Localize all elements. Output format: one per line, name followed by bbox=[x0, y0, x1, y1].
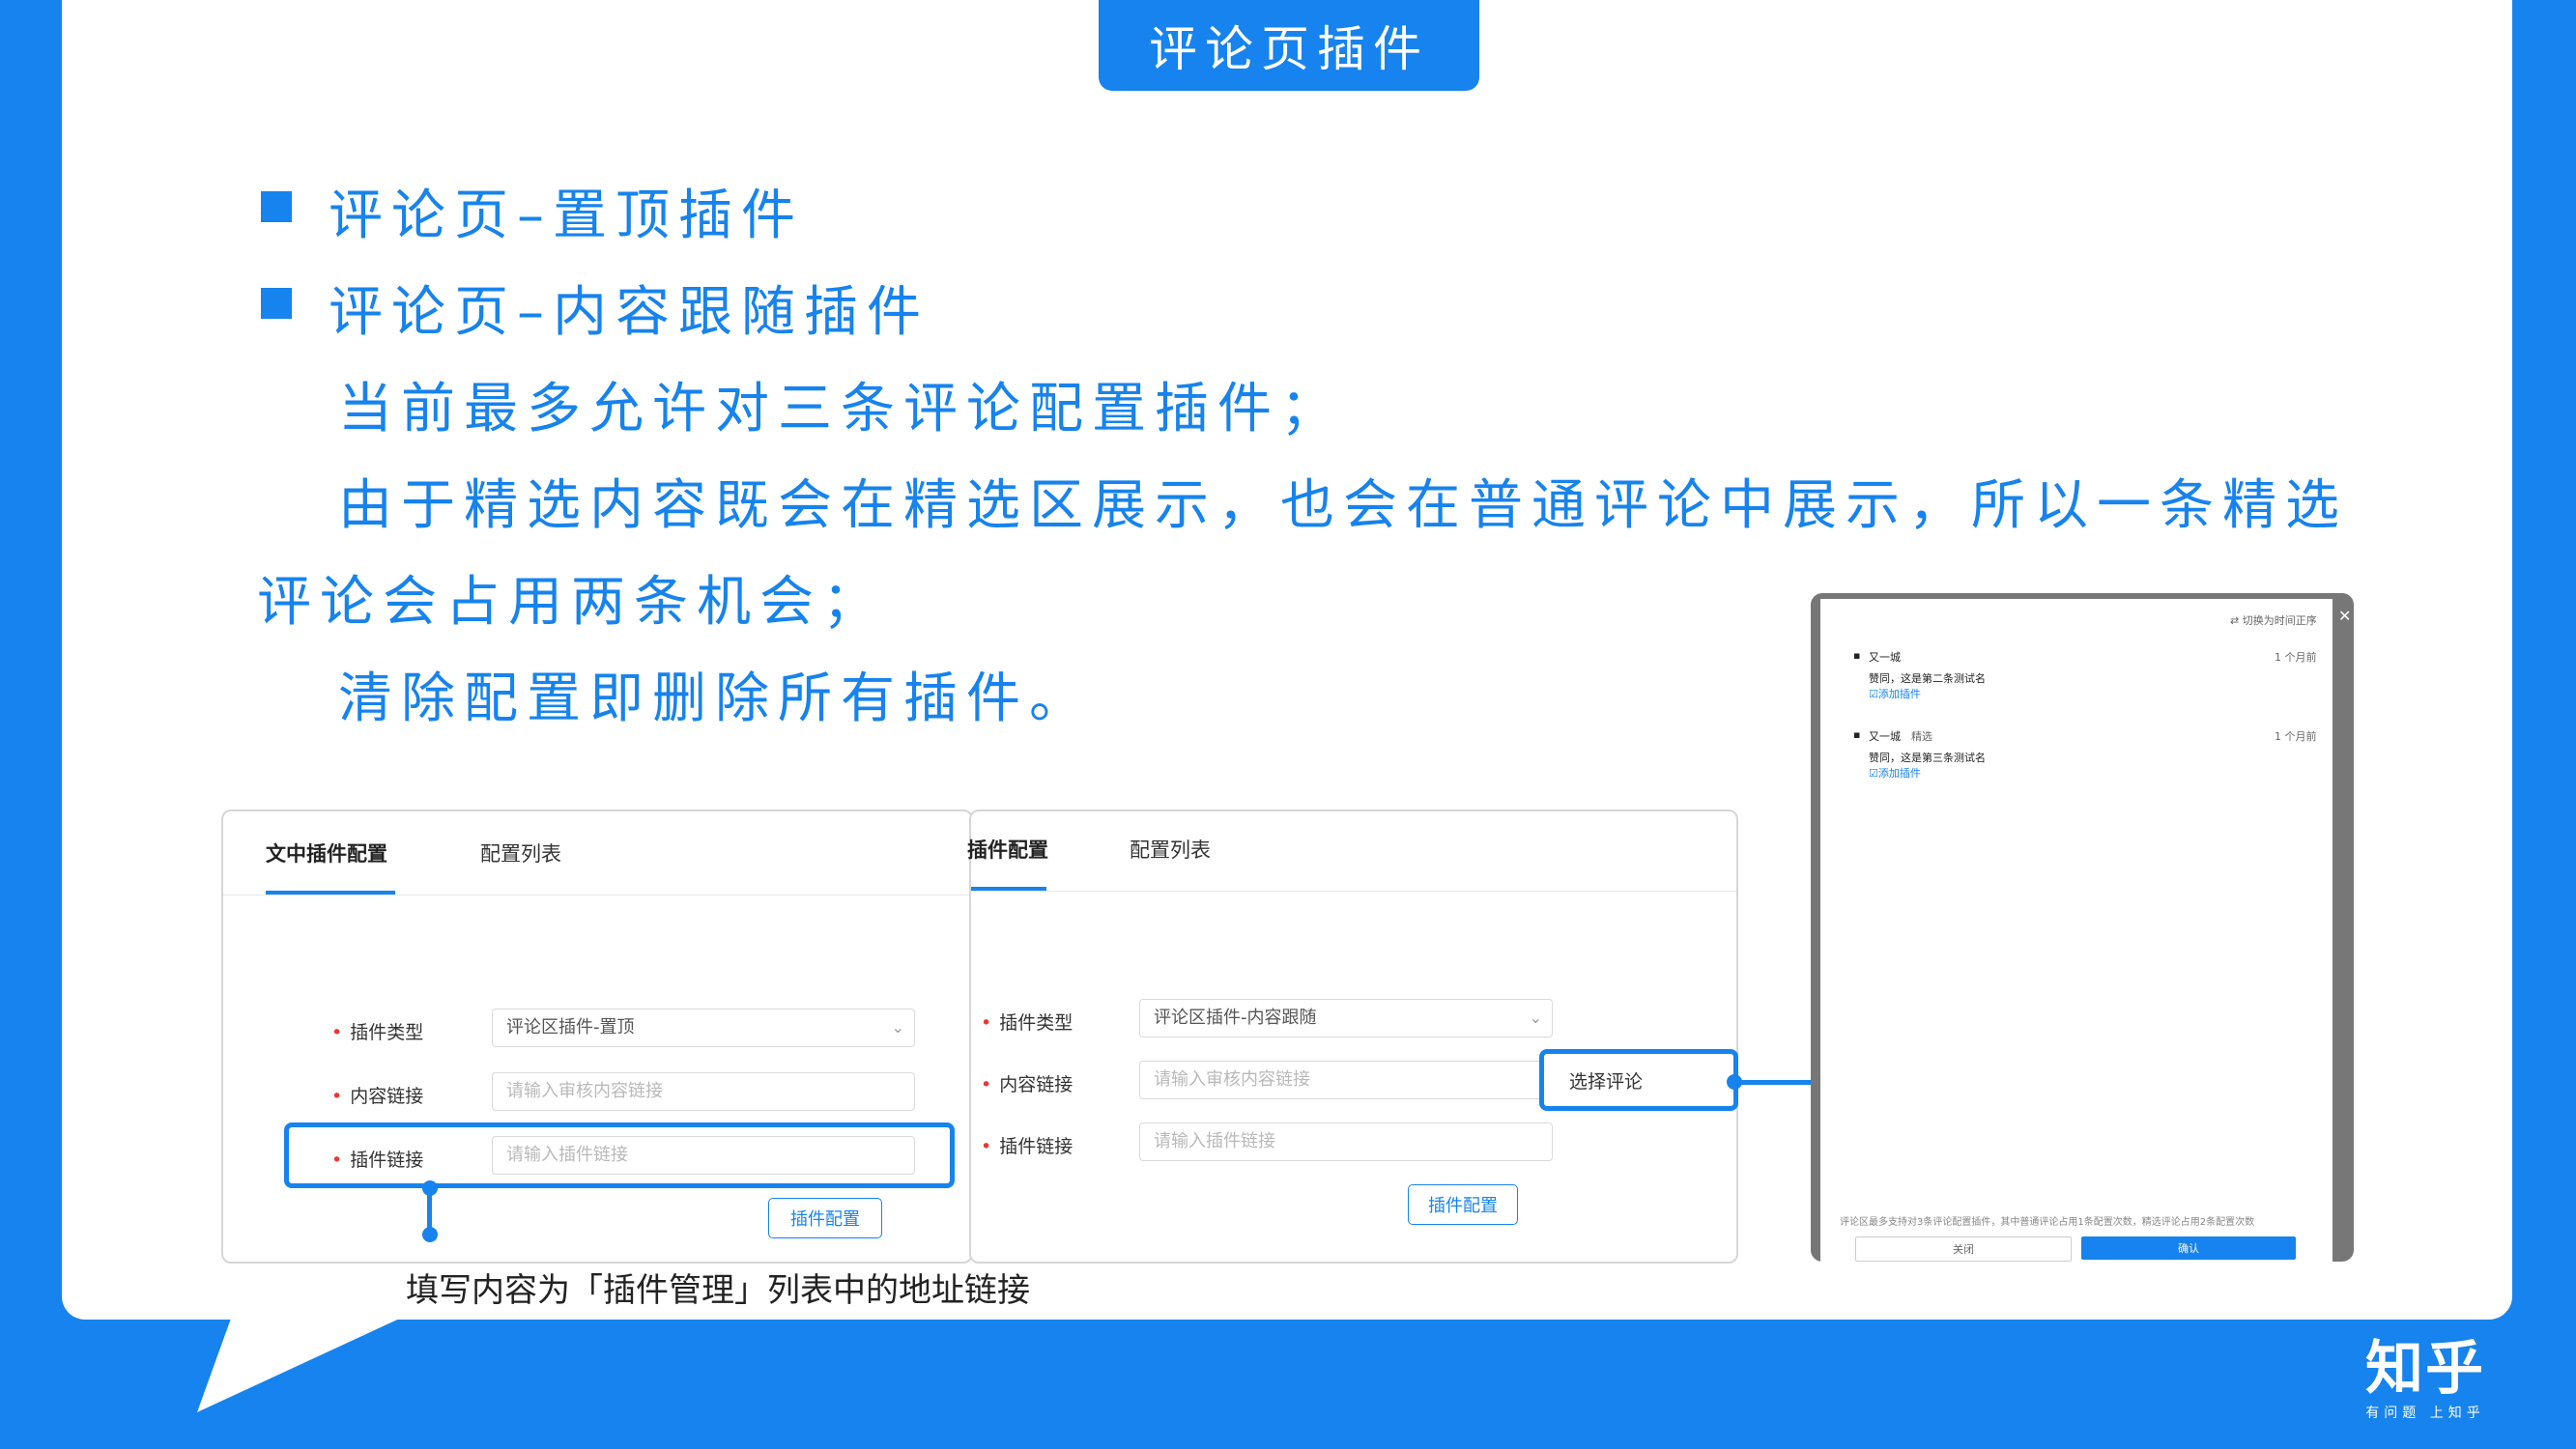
modal-footer-note: 评论区最多支持对3条评论配置插件，其中普通评论占用1条配置次数，精选评论占用2条… bbox=[1840, 1217, 2255, 1228]
plugin-link-input[interactable]: 请输入插件链接 bbox=[1139, 1122, 1553, 1161]
content-link-input[interactable]: 请输入审核内容链接 bbox=[492, 1072, 915, 1111]
paragraph-featured-line2: 评论会占用两条机会； bbox=[257, 571, 885, 634]
tab-config-list[interactable]: 配置列表 bbox=[480, 838, 561, 867]
plugin-type-label: • 插件类型 bbox=[331, 1022, 424, 1043]
select-comment-label: 选择评论 bbox=[1569, 1070, 1644, 1093]
bullet-square-icon bbox=[261, 288, 292, 319]
paragraph-max-three: 当前最多允许对三条评论配置插件； bbox=[338, 378, 1343, 440]
comment-text: 赞同，这是第三条测试名 bbox=[1869, 752, 1986, 764]
content-link-label: • 内容链接 bbox=[331, 1086, 424, 1107]
content-link-label: • 内容链接 bbox=[981, 1074, 1073, 1095]
comment-avatar-icon: ▪ bbox=[1853, 649, 1861, 662]
add-plugin-link[interactable]: ☑添加插件 bbox=[1869, 686, 1921, 701]
bullet-pinned-plugin: 评论页–置顶插件 bbox=[329, 185, 804, 247]
modal-close-button[interactable]: 关闭 bbox=[1855, 1236, 2072, 1262]
plugin-link-annotation: 填写内容为「插件管理」列表中的地址链接 bbox=[406, 1271, 1030, 1310]
content-link-input[interactable]: 请输入审核内容链接 bbox=[1139, 1061, 1553, 1099]
plugin-config-button[interactable]: 插件配置 bbox=[1408, 1184, 1518, 1225]
sort-toggle[interactable]: ⇄ 切换为时间正序 bbox=[2230, 612, 2317, 628]
comment-avatar-icon: ▪ bbox=[1853, 728, 1861, 741]
featured-tag: 精选 bbox=[1911, 730, 1932, 743]
plugin-link-label: • 插件链接 bbox=[981, 1136, 1073, 1157]
zhihu-logo: 知乎 有问题 上知乎 bbox=[2365, 1335, 2485, 1421]
plugin-config-button[interactable]: 插件配置 bbox=[768, 1198, 882, 1238]
add-plugin-link[interactable]: ☑添加插件 bbox=[1869, 765, 1921, 781]
tab-plugin-config[interactable]: 插件配置 bbox=[967, 835, 1048, 864]
chevron-down-icon: ⌄ bbox=[891, 1018, 904, 1037]
bullet-follow-plugin: 评论页–内容跟随插件 bbox=[329, 281, 930, 344]
checkbox-icon: ☑ bbox=[1869, 767, 1878, 780]
plugin-type-select[interactable]: 评论区插件-内容跟随 ⌄ bbox=[1139, 999, 1553, 1037]
plugin-link-highlight bbox=[284, 1122, 955, 1188]
connector-dot bbox=[1727, 1074, 1742, 1090]
chevron-down-icon: ⌄ bbox=[1529, 1009, 1542, 1027]
pinned-plugin-config-panel: 文中插件配置 配置列表 • 插件类型 评论区插件-置顶 ⌄ • 内容链接 请输入审核内… bbox=[221, 810, 973, 1264]
tab-config-list[interactable]: 配置列表 bbox=[1130, 835, 1211, 864]
comment-time: 1 个月前 bbox=[2275, 730, 2317, 743]
callout-dot bbox=[422, 1180, 438, 1196]
paragraph-featured-line1: 由于精选内容既会在精选区展示，也会在普通评论中展示，所以一条精选 bbox=[338, 474, 2348, 537]
modal-screen: ⇄ 切换为时间正序 ▪ 又一城 1 个月前 赞同，这是第二条测试名 ☑添加插件 … bbox=[1820, 599, 2333, 1262]
comment-user: 又一城 bbox=[1869, 730, 1901, 743]
follow-plugin-config-panel: 插件配置 配置列表 • 插件类型 评论区插件-内容跟随 ⌄ • 内容链接 请输入审核内… bbox=[967, 810, 1738, 1264]
tab-divider bbox=[971, 891, 1736, 892]
modal-confirm-button[interactable]: 确认 bbox=[2081, 1236, 2296, 1260]
callout-dot bbox=[422, 1227, 438, 1242]
comment-user: 又一城 bbox=[1869, 651, 1901, 664]
comment-time: 1 个月前 bbox=[2275, 651, 2317, 664]
select-comment-button[interactable]: 选择评论 bbox=[1539, 1049, 1738, 1111]
comment-picker-modal: ⇄ 切换为时间正序 ▪ 又一城 1 个月前 赞同，这是第二条测试名 ☑添加插件 … bbox=[1811, 593, 2354, 1262]
close-icon[interactable]: ✕ bbox=[2338, 607, 2351, 625]
bullet-square-icon bbox=[261, 191, 292, 222]
comment-text: 赞同，这是第二条测试名 bbox=[1869, 672, 1986, 685]
paragraph-clear-config: 清除配置即删除所有插件。 bbox=[338, 668, 1092, 730]
plugin-type-label: • 插件类型 bbox=[981, 1012, 1073, 1034]
slide-title: 评论页插件 bbox=[1099, 0, 1479, 91]
checkbox-icon: ☑ bbox=[1869, 688, 1878, 700]
plugin-type-select[interactable]: 评论区插件-置顶 ⌄ bbox=[492, 1009, 915, 1047]
tab-inline-plugin-config[interactable]: 文中插件配置 bbox=[266, 838, 387, 867]
